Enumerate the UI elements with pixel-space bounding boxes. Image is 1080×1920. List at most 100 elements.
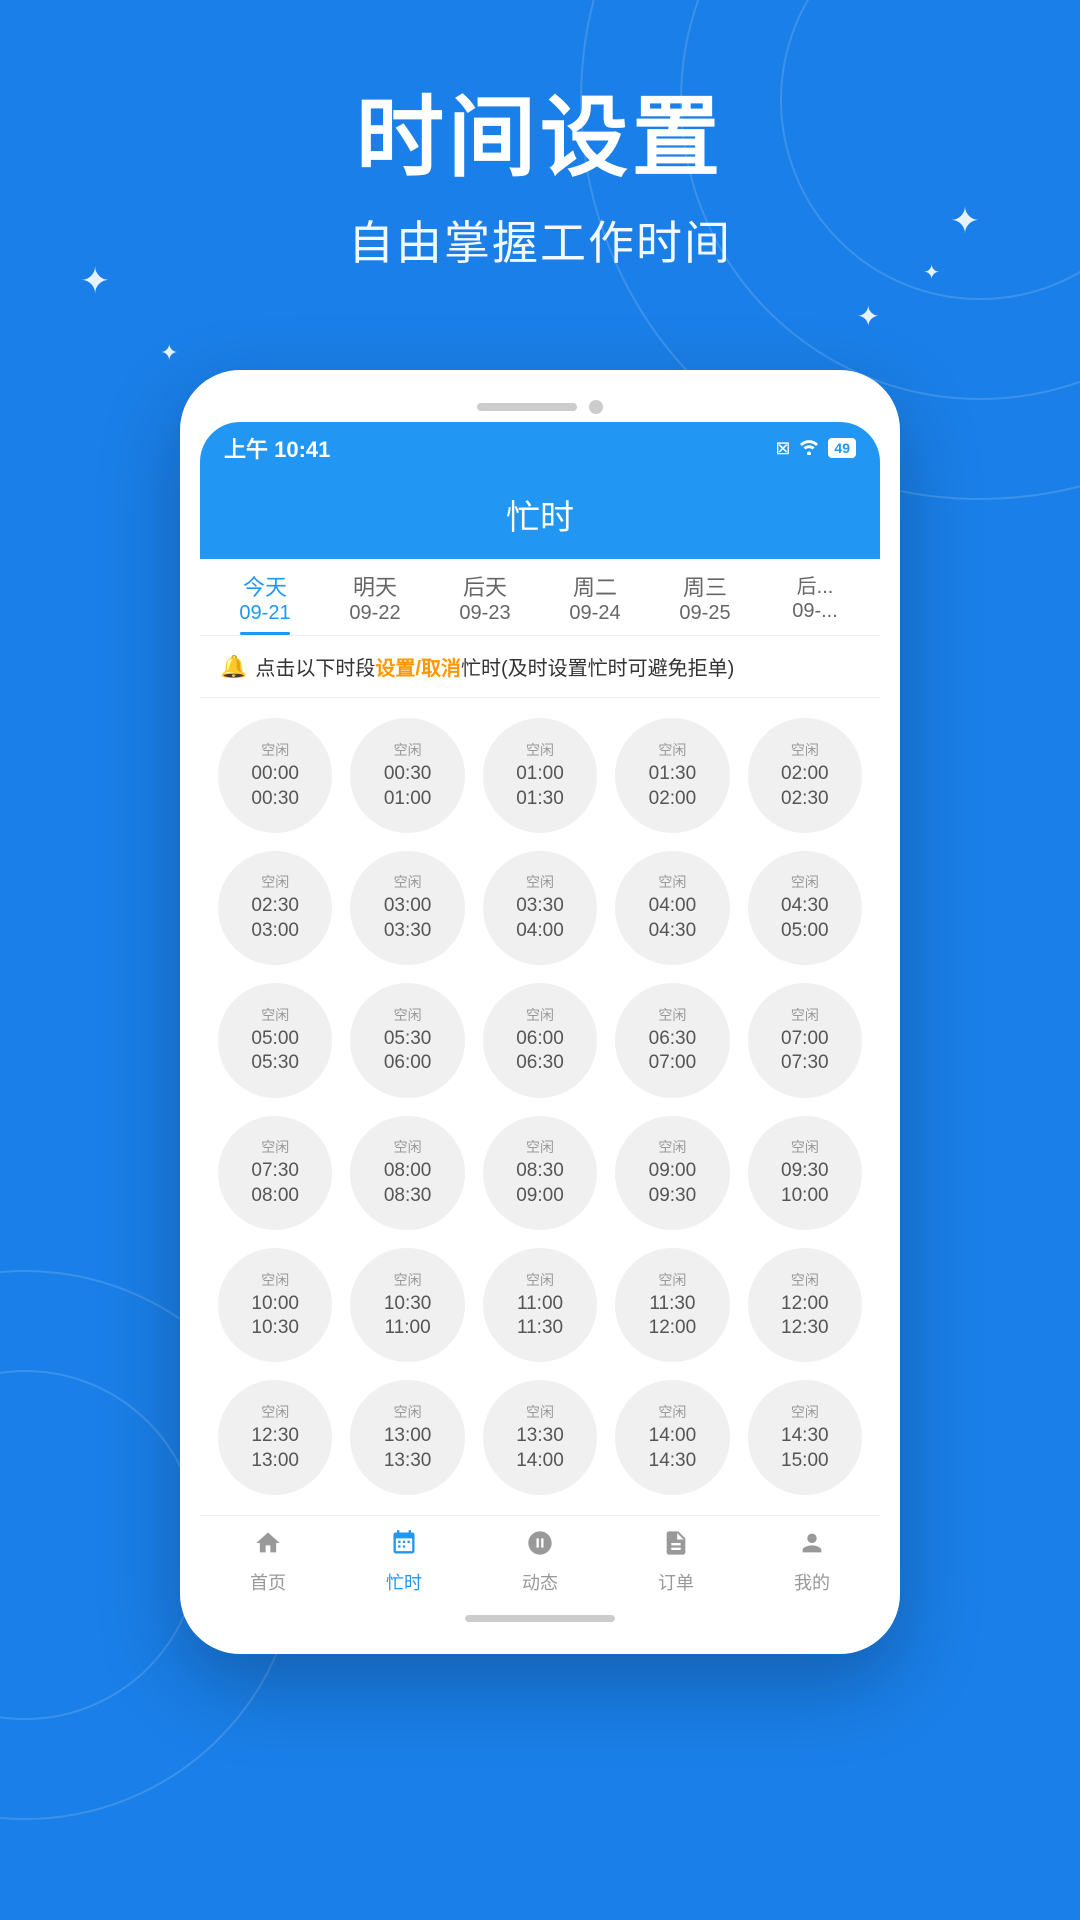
tab-date-more: 09-... bbox=[764, 599, 866, 623]
slot-label-21: 空闲 bbox=[394, 1270, 422, 1290]
time-slot-27[interactable]: 空闲 13:3014:00 bbox=[483, 1380, 597, 1494]
time-slot-13[interactable]: 空闲 06:3007:00 bbox=[615, 983, 729, 1097]
nav-dynamic[interactable]: 动态 bbox=[472, 1528, 608, 1595]
slot-label-18: 空闲 bbox=[658, 1137, 686, 1157]
slot-time-19: 09:3010:00 bbox=[781, 1159, 829, 1208]
time-slot-4[interactable]: 空闲 02:0002:30 bbox=[748, 718, 862, 832]
slot-label-5: 空闲 bbox=[261, 872, 289, 892]
tab-tomorrow[interactable]: 明天 09-22 bbox=[320, 559, 430, 635]
bottom-nav[interactable]: 首页 忙时 动态 订单 bbox=[200, 1515, 880, 1605]
slot-label-14: 空闲 bbox=[791, 1005, 819, 1025]
time-slot-29[interactable]: 空闲 14:3015:00 bbox=[748, 1380, 862, 1494]
nav-label-home: 首页 bbox=[250, 1569, 286, 1595]
time-slot-17[interactable]: 空闲 08:3009:00 bbox=[483, 1116, 597, 1230]
tab-label-today: 今天 bbox=[214, 575, 316, 601]
slot-label-16: 空闲 bbox=[394, 1137, 422, 1157]
sparkle-icon-2: ✦ bbox=[160, 340, 178, 366]
slot-label-6: 空闲 bbox=[394, 872, 422, 892]
time-slot-26[interactable]: 空闲 13:0013:30 bbox=[350, 1380, 464, 1494]
slot-label-15: 空闲 bbox=[261, 1137, 289, 1157]
slot-time-17: 08:3009:00 bbox=[516, 1159, 564, 1208]
time-slot-24[interactable]: 空闲 12:0012:30 bbox=[748, 1248, 862, 1362]
nav-label-dynamic: 动态 bbox=[522, 1569, 558, 1595]
status-bar: 上午 10:41 ⊠ 49 bbox=[200, 422, 880, 474]
time-slot-25[interactable]: 空闲 12:3013:00 bbox=[218, 1380, 332, 1494]
slot-time-4: 02:0002:30 bbox=[781, 762, 829, 811]
time-slot-15[interactable]: 空闲 07:3008:00 bbox=[218, 1116, 332, 1230]
time-slot-14[interactable]: 空闲 07:0007:30 bbox=[748, 983, 862, 1097]
time-slot-22[interactable]: 空闲 11:0011:30 bbox=[483, 1248, 597, 1362]
nav-profile[interactable]: 我的 bbox=[744, 1528, 880, 1595]
tab-date-tue: 09-24 bbox=[544, 601, 646, 625]
time-slot-7[interactable]: 空闲 03:3004:00 bbox=[483, 851, 597, 965]
time-slot-8[interactable]: 空闲 04:0004:30 bbox=[615, 851, 729, 965]
tab-date-day3: 09-23 bbox=[434, 601, 536, 625]
nav-label-profile: 我的 bbox=[794, 1569, 830, 1595]
time-slot-10[interactable]: 空闲 05:0005:30 bbox=[218, 983, 332, 1097]
slot-label-28: 空闲 bbox=[658, 1402, 686, 1422]
sparkle-icon-4: ✦ bbox=[857, 300, 880, 333]
tab-bar[interactable]: 今天 09-21 明天 09-22 后天 09-23 周二 09-24 周三 bbox=[200, 559, 880, 636]
nav-busy[interactable]: 忙时 bbox=[336, 1528, 472, 1595]
slot-label-25: 空闲 bbox=[261, 1402, 289, 1422]
slot-label-29: 空闲 bbox=[791, 1402, 819, 1422]
phone-notch-area bbox=[200, 390, 880, 422]
phone-notch bbox=[477, 403, 577, 411]
slot-time-15: 07:3008:00 bbox=[251, 1159, 299, 1208]
nav-label-busy: 忙时 bbox=[386, 1569, 422, 1595]
slot-time-12: 06:0006:30 bbox=[516, 1027, 564, 1076]
slot-time-0: 00:0000:30 bbox=[251, 762, 299, 811]
home-bar bbox=[465, 1615, 615, 1622]
time-slot-19[interactable]: 空闲 09:3010:00 bbox=[748, 1116, 862, 1230]
slot-time-28: 14:0014:30 bbox=[649, 1424, 697, 1473]
time-slot-23[interactable]: 空闲 11:3012:00 bbox=[615, 1248, 729, 1362]
time-slot-5[interactable]: 空闲 02:3003:00 bbox=[218, 851, 332, 965]
profile-icon bbox=[798, 1528, 826, 1565]
slot-time-7: 03:3004:00 bbox=[516, 894, 564, 943]
time-slot-20[interactable]: 空闲 10:0010:30 bbox=[218, 1248, 332, 1362]
time-slot-3[interactable]: 空闲 01:3002:00 bbox=[615, 718, 729, 832]
tab-more[interactable]: 后... 09-... bbox=[760, 559, 870, 635]
notice-text: 点击以下时段设置/取消忙时(及时设置忙时可避免拒单) bbox=[255, 652, 734, 681]
slot-time-16: 08:0008:30 bbox=[384, 1159, 432, 1208]
time-slot-11[interactable]: 空闲 05:3006:00 bbox=[350, 983, 464, 1097]
time-slot-1[interactable]: 空闲 00:3001:00 bbox=[350, 718, 464, 832]
tab-label-day3: 后天 bbox=[434, 575, 536, 601]
slot-time-21: 10:3011:00 bbox=[384, 1292, 432, 1341]
header-section: 时间设置 自由掌握工作时间 bbox=[0, 0, 1080, 273]
slot-time-13: 06:3007:00 bbox=[649, 1027, 697, 1076]
nav-home[interactable]: 首页 bbox=[200, 1528, 336, 1595]
time-slot-28[interactable]: 空闲 14:0014:30 bbox=[615, 1380, 729, 1494]
wifi-icon bbox=[798, 437, 820, 460]
time-slot-16[interactable]: 空闲 08:0008:30 bbox=[350, 1116, 464, 1230]
slot-label-9: 空闲 bbox=[791, 872, 819, 892]
tab-day3[interactable]: 后天 09-23 bbox=[430, 559, 540, 635]
time-slot-21[interactable]: 空闲 10:3011:00 bbox=[350, 1248, 464, 1362]
tab-tue[interactable]: 周二 09-24 bbox=[540, 559, 650, 635]
slot-label-22: 空闲 bbox=[526, 1270, 554, 1290]
status-icons: ⊠ 49 bbox=[775, 437, 856, 460]
tab-today[interactable]: 今天 09-21 bbox=[210, 559, 320, 635]
tab-label-tomorrow: 明天 bbox=[324, 575, 426, 601]
slot-time-24: 12:0012:30 bbox=[781, 1292, 829, 1341]
slot-time-22: 11:0011:30 bbox=[517, 1292, 563, 1341]
tab-wed[interactable]: 周三 09-25 bbox=[650, 559, 760, 635]
time-slot-2[interactable]: 空闲 01:0001:30 bbox=[483, 718, 597, 832]
time-slot-18[interactable]: 空闲 09:0009:30 bbox=[615, 1116, 729, 1230]
slot-label-10: 空闲 bbox=[261, 1005, 289, 1025]
slot-time-23: 11:3012:00 bbox=[649, 1292, 697, 1341]
battery-icon: 49 bbox=[828, 438, 856, 458]
phone-screen: 上午 10:41 ⊠ 49 忙时 今天 09-21 bbox=[200, 422, 880, 1634]
slot-label-24: 空闲 bbox=[791, 1270, 819, 1290]
busy-icon bbox=[390, 1528, 418, 1565]
time-slot-12[interactable]: 空闲 06:0006:30 bbox=[483, 983, 597, 1097]
time-slot-0[interactable]: 空闲 00:0000:30 bbox=[218, 718, 332, 832]
page-subtitle: 自由掌握工作时间 bbox=[0, 207, 1080, 273]
time-slot-6[interactable]: 空闲 03:0003:30 bbox=[350, 851, 464, 965]
slot-time-2: 01:0001:30 bbox=[516, 762, 564, 811]
slot-label-0: 空闲 bbox=[261, 740, 289, 760]
bell-icon: 🔔 bbox=[220, 654, 247, 680]
time-slot-9[interactable]: 空闲 04:3005:00 bbox=[748, 851, 862, 965]
nav-orders[interactable]: 订单 bbox=[608, 1528, 744, 1595]
orders-icon bbox=[662, 1528, 690, 1565]
